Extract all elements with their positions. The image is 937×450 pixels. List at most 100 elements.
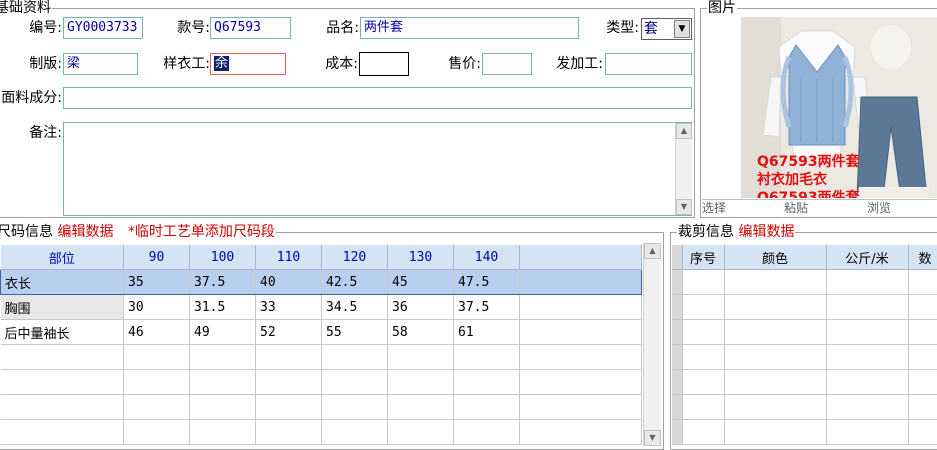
sample-worker-label: 样衣工: — [163, 56, 210, 72]
row-indicator-header — [672, 245, 683, 270]
maker-label: 制版: — [29, 56, 62, 72]
name-field[interactable]: 两件套 — [360, 17, 579, 39]
material-label: 面料成分: — [1, 90, 62, 106]
table-cell[interactable]: 61 — [453, 319, 520, 345]
table-cell[interactable]: 40 — [255, 269, 322, 295]
scroll-down-icon[interactable]: ▼ — [644, 430, 661, 446]
image-caption-2: 衬衣加毛衣 — [757, 172, 827, 188]
table-cell[interactable] — [519, 294, 642, 320]
size-table-scrollbar[interactable]: ▲ ▼ — [643, 243, 661, 446]
remark-scrollbar[interactable]: ▲ ▼ — [675, 123, 692, 215]
table-cell[interactable]: 31.5 — [189, 294, 256, 320]
table-row-empty[interactable] — [0, 344, 642, 370]
select-image-button[interactable]: 选择 — [702, 200, 726, 216]
table-cell[interactable]: 55 — [321, 319, 388, 345]
cut-table: 序号 颜色 公斤/米 数 — [672, 245, 937, 445]
material-field[interactable] — [63, 87, 692, 109]
product-image[interactable]: Q67593两件套 衬衣加毛衣 Q67593两件套 — [741, 17, 937, 198]
style-field[interactable]: Q67593 — [210, 17, 291, 39]
col-header-110[interactable]: 110 — [255, 245, 322, 270]
col-header-empty — [519, 245, 642, 270]
table-cell[interactable]: 45 — [387, 269, 454, 295]
paste-image-button[interactable]: 粘贴 — [784, 200, 808, 216]
table-cell[interactable] — [519, 319, 642, 345]
table-cell[interactable]: 30 — [123, 294, 190, 320]
name-label: 品名: — [326, 20, 359, 36]
table-cell[interactable]: 37.5 — [453, 294, 520, 320]
table-cell[interactable]: 58 — [387, 319, 454, 345]
table-cell[interactable]: 34.5 — [321, 294, 388, 320]
size-info-title: 尺码信息 — [0, 224, 53, 240]
table-cell[interactable]: 36 — [387, 294, 454, 320]
col-header-120[interactable]: 120 — [321, 245, 388, 270]
col-header-90[interactable]: 90 — [123, 245, 190, 270]
scroll-down-icon[interactable]: ▼ — [676, 199, 692, 215]
table-cell[interactable]: 52 — [255, 319, 322, 345]
maker-field[interactable]: 梁 — [63, 53, 138, 75]
table-row-empty[interactable] — [0, 394, 642, 420]
style-label: 款号: — [177, 20, 210, 36]
cut-table-header: 序号 颜色 公斤/米 数 — [672, 245, 937, 270]
table-row-empty[interactable] — [672, 294, 937, 320]
browse-image-button[interactable]: 浏览 — [867, 200, 891, 216]
table-row[interactable]: 衣长 35 37.5 40 42.5 45 47.5 — [0, 269, 642, 295]
table-cell[interactable] — [519, 269, 642, 295]
scroll-up-icon[interactable]: ▲ — [644, 243, 661, 259]
cut-info-legend: 裁剪信息 编辑数据 — [677, 224, 796, 240]
table-cell[interactable]: 胸围 — [0, 294, 124, 320]
price-label: 售价: — [448, 56, 481, 72]
table-cell[interactable]: 后中量袖长 — [0, 319, 124, 345]
table-cell[interactable]: 49 — [189, 319, 256, 345]
code-field[interactable]: GY0003733 — [63, 17, 143, 39]
process-field[interactable] — [605, 53, 692, 75]
sample-worker-value: 余 — [214, 56, 230, 71]
table-row-empty[interactable] — [0, 369, 642, 395]
table-row[interactable]: 后中量袖长 46 49 52 55 58 61 — [0, 319, 642, 345]
image-caption-3: Q67593两件套 — [757, 190, 860, 198]
basic-info-legend: 基础资料 — [0, 0, 52, 16]
col-header-kg-per-meter[interactable]: 公斤/米 — [826, 245, 909, 270]
remark-label: 备注: — [29, 125, 62, 141]
sample-worker-field[interactable]: 余 — [210, 53, 286, 75]
size-info-legend: 尺码信息 编辑数据 *临时工艺单添加尺码段 — [0, 224, 276, 240]
table-cell[interactable]: 37.5 — [189, 269, 256, 295]
col-header-part[interactable]: 部位 — [0, 245, 124, 270]
size-table-header: 部位 90 100 110 120 130 140 — [0, 245, 642, 270]
table-row-empty[interactable] — [672, 319, 937, 345]
image-toolbar: 选择 粘贴 浏览 — [702, 199, 937, 216]
chevron-down-icon[interactable]: ▼ — [674, 20, 690, 38]
table-cell[interactable]: 33 — [255, 294, 322, 320]
type-label: 类型: — [606, 20, 639, 36]
cut-edit-link[interactable]: 编辑数据 — [738, 224, 794, 240]
col-header-count[interactable]: 数 — [908, 245, 937, 270]
table-row-empty[interactable] — [672, 269, 937, 295]
add-size-range-link[interactable]: *临时工艺单添加尺码段 — [128, 224, 275, 240]
table-row-empty[interactable] — [0, 419, 642, 445]
col-header-seq[interactable]: 序号 — [682, 245, 725, 270]
table-cell[interactable]: 46 — [123, 319, 190, 345]
table-cell[interactable]: 35 — [123, 269, 190, 295]
price-field[interactable] — [482, 53, 532, 75]
table-row[interactable]: 胸围 30 31.5 33 34.5 36 37.5 — [0, 294, 642, 320]
col-header-color[interactable]: 颜色 — [724, 245, 827, 270]
size-edit-link[interactable]: 编辑数据 — [57, 224, 113, 240]
table-cell[interactable]: 42.5 — [321, 269, 388, 295]
cost-label: 成本: — [325, 56, 358, 72]
table-row-empty[interactable] — [672, 344, 937, 370]
code-label: 编号: — [29, 20, 62, 36]
col-header-140[interactable]: 140 — [453, 245, 520, 270]
size-table: 部位 90 100 110 120 130 140 衣长 35 37.5 40 … — [0, 245, 642, 445]
col-header-130[interactable]: 130 — [387, 245, 454, 270]
type-select[interactable]: 套 ▼ — [641, 18, 692, 40]
table-cell[interactable]: 衣长 — [0, 269, 124, 295]
table-row-empty[interactable] — [672, 394, 937, 420]
remark-textarea[interactable] — [63, 122, 692, 216]
table-cell[interactable]: 47.5 — [453, 269, 520, 295]
image-caption-1: Q67593两件套 — [757, 154, 860, 170]
cost-field[interactable] — [359, 52, 409, 76]
scroll-up-icon[interactable]: ▲ — [676, 123, 692, 139]
table-row-empty[interactable] — [672, 369, 937, 395]
cut-info-title: 裁剪信息 — [678, 224, 734, 240]
table-row-empty[interactable] — [672, 419, 937, 445]
col-header-100[interactable]: 100 — [189, 245, 256, 270]
